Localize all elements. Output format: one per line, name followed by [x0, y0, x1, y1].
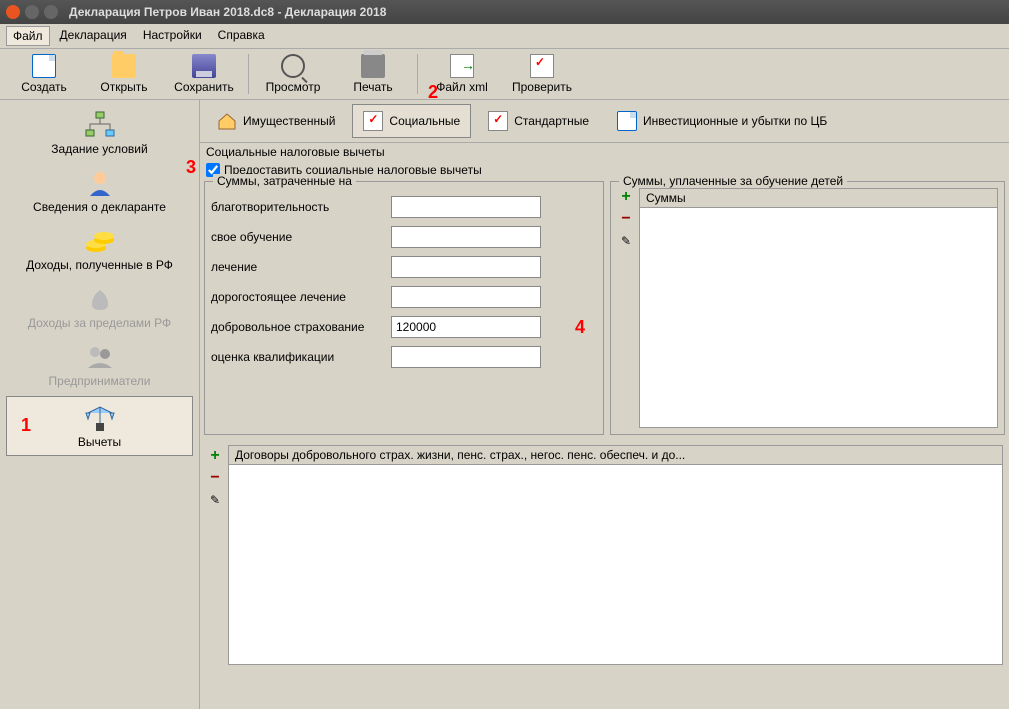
annotation-4: 4 — [575, 317, 585, 338]
window-minimize-icon[interactable] — [25, 5, 39, 19]
toolbar-create-button[interactable]: Создать — [4, 51, 84, 97]
menu-help[interactable]: Справка — [212, 26, 271, 46]
people-icon — [82, 342, 118, 372]
add-button[interactable]: + — [206, 447, 224, 465]
tree-icon — [82, 110, 118, 140]
window-maximize-icon[interactable] — [44, 5, 58, 19]
coins-icon — [82, 226, 118, 256]
sidebar-item-income-rf[interactable]: Доходы, полученные в РФ — [0, 220, 199, 278]
sidebar-item-income-foreign: Доходы за пределами РФ — [0, 278, 199, 336]
toolbar-open-button[interactable]: Открыть — [84, 51, 164, 97]
menu-file[interactable]: Файл — [6, 26, 50, 46]
checkbox-icon — [488, 111, 508, 131]
folder-icon — [112, 54, 136, 78]
contracts-list-body[interactable] — [228, 465, 1003, 665]
charity-input[interactable] — [391, 196, 541, 218]
annotation-3: 3 — [186, 157, 196, 178]
annotation-1: 1 — [21, 415, 31, 436]
content-area: Имущественный Социальные Стандартные Инв… — [200, 100, 1009, 709]
separator — [417, 54, 418, 94]
printer-icon — [361, 54, 385, 78]
sidebar: Задание условий Сведения о декларанте До… — [0, 100, 200, 709]
qualification-label: оценка квалификации — [211, 350, 391, 364]
remove-button[interactable]: − — [617, 210, 635, 228]
contracts-list-header: Договоры добровольного страх. жизни, пен… — [228, 445, 1003, 465]
toolbar-print-button[interactable]: Печать — [333, 51, 413, 97]
children-list-header: Суммы — [639, 188, 998, 208]
contracts-list-toolbar: + − ✎ — [206, 447, 224, 709]
toolbar: Создать Открыть Сохранить Просмотр Печат… — [0, 49, 1009, 100]
new-file-icon — [32, 54, 56, 78]
sidebar-item-conditions[interactable]: Задание условий — [0, 104, 199, 162]
toolbar-save-button[interactable]: Сохранить — [164, 51, 244, 97]
moneybag-icon — [82, 284, 118, 314]
section-title: Социальные налоговые вычеты — [200, 143, 1009, 161]
sums-group-title: Суммы, затраченные на — [213, 174, 356, 188]
remove-button[interactable]: − — [206, 469, 224, 487]
sums-groupbox: Суммы, затраченные на благотворительност… — [204, 181, 604, 435]
children-list-toolbar: + − ✎ — [617, 188, 635, 250]
person-icon — [82, 168, 118, 198]
tab-standard[interactable]: Стандартные — [477, 104, 600, 138]
separator — [248, 54, 249, 94]
menu-settings[interactable]: Настройки — [137, 26, 208, 46]
children-list-body[interactable] — [639, 208, 998, 428]
menu-declaration[interactable]: Декларация — [54, 26, 133, 46]
window-close-icon[interactable] — [6, 5, 20, 19]
menubar: Файл Декларация Настройки Справка — [0, 24, 1009, 49]
check-icon — [530, 54, 554, 78]
disk-icon — [192, 54, 216, 78]
magnifier-icon — [281, 54, 305, 78]
sidebar-item-deductions[interactable]: 1 Вычеты — [6, 396, 193, 456]
tabbar: Имущественный Социальные Стандартные Инв… — [200, 100, 1009, 143]
treatment-label: лечение — [211, 260, 391, 274]
insurance-label: добровольное страхование — [211, 320, 391, 334]
own-edu-label: свое обучение — [211, 230, 391, 244]
children-group-title: Суммы, уплаченные за обучение детей — [619, 174, 847, 188]
qualification-input[interactable] — [391, 346, 541, 368]
tab-property[interactable]: Имущественный — [206, 104, 346, 138]
children-edu-groupbox: Суммы, уплаченные за обучение детей + − … — [610, 181, 1005, 435]
xml-file-icon — [450, 54, 474, 78]
document-icon — [617, 111, 637, 131]
sidebar-item-entrepreneurs: Предприниматели — [0, 336, 199, 394]
charity-label: благотворительность — [211, 200, 391, 214]
sidebar-item-declarant[interactable]: Сведения о декларанте — [0, 162, 199, 220]
toolbar-preview-button[interactable]: Просмотр — [253, 51, 333, 97]
own-edu-input[interactable] — [391, 226, 541, 248]
edit-button[interactable]: ✎ — [206, 491, 224, 509]
toolbar-check-button[interactable]: Проверить — [502, 51, 582, 97]
tab-invest[interactable]: Инвестиционные и убытки по ЦБ — [606, 104, 838, 138]
house-icon — [217, 111, 237, 131]
scale-icon — [82, 403, 118, 433]
annotation-2: 2 — [428, 82, 438, 103]
exp-treatment-label: дорогостоящее лечение — [211, 290, 391, 304]
add-button[interactable]: + — [617, 188, 635, 206]
titlebar: Декларация Петров Иван 2018.dc8 - Деклар… — [0, 0, 1009, 24]
window-title: Декларация Петров Иван 2018.dc8 - Деклар… — [69, 5, 386, 19]
edit-button[interactable]: ✎ — [617, 232, 635, 250]
checkbox-icon — [363, 111, 383, 131]
tab-social[interactable]: Социальные — [352, 104, 471, 138]
exp-treatment-input[interactable] — [391, 286, 541, 308]
treatment-input[interactable] — [391, 256, 541, 278]
insurance-input[interactable] — [391, 316, 541, 338]
